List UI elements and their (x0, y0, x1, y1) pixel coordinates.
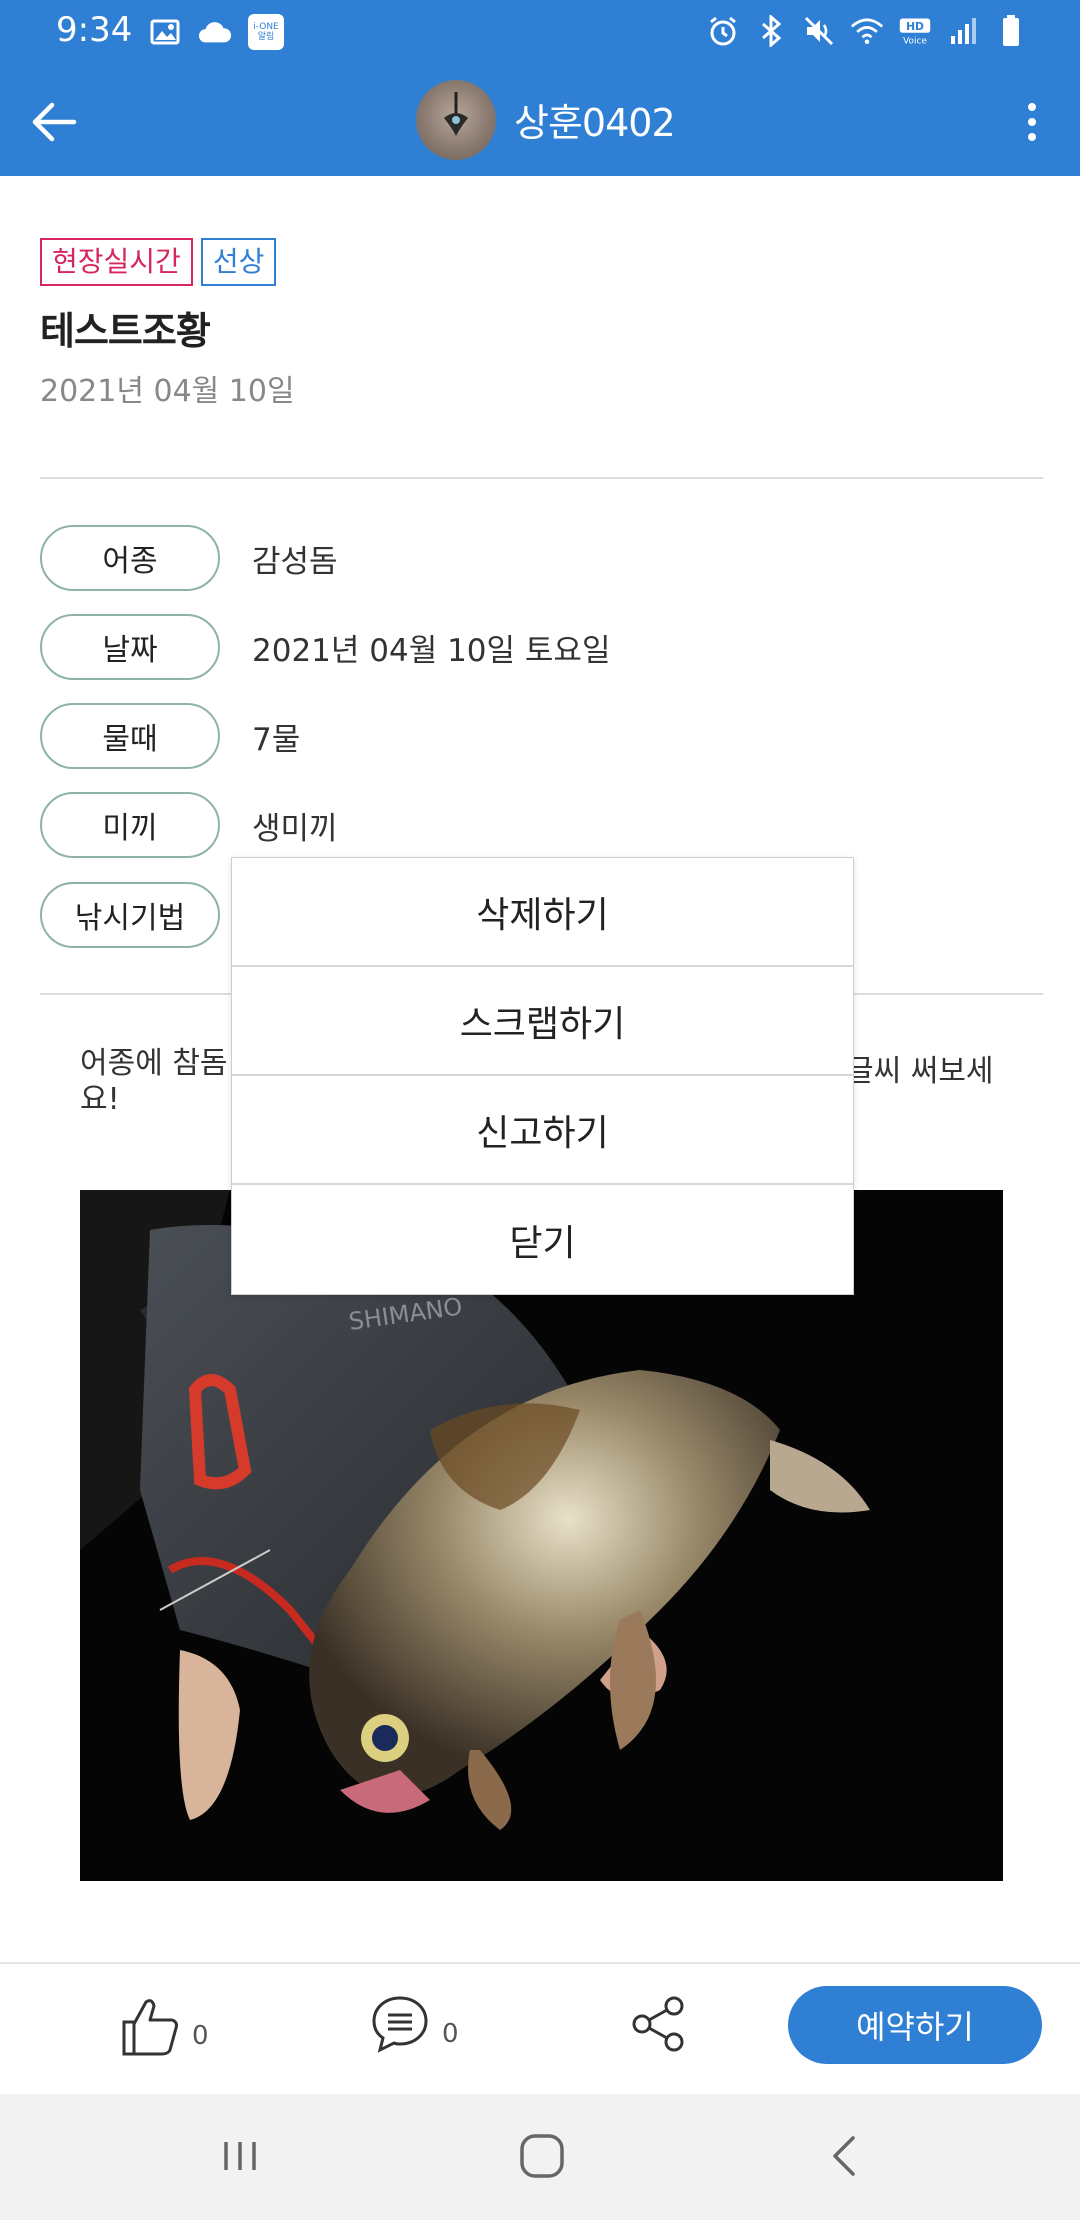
svg-text:HD: HD (906, 20, 924, 33)
comment-button[interactable]: 0 (370, 1994, 459, 2054)
info-value-species: 감성돔 (252, 543, 338, 580)
tag-live: 현장실시간 (40, 238, 193, 286)
share-icon (632, 1996, 684, 2052)
image-icon (148, 15, 182, 49)
app-bar: 상훈0402 (0, 64, 1080, 176)
menu-item-report[interactable]: 신고하기 (232, 1076, 853, 1185)
like-button[interactable]: 0 (120, 1994, 209, 2058)
post-date: 2021년 04월 10일 (40, 374, 295, 409)
status-time: 9:34 (56, 10, 133, 50)
ione-badge-subtext: 알림 (257, 32, 275, 42)
info-label-date: 날짜 (40, 614, 220, 680)
comment-icon (372, 1996, 428, 2053)
system-nav-bar (0, 2094, 1080, 2220)
svg-text:Voice: Voice (903, 37, 927, 47)
status-left-icons: i-ONE 알림 (148, 14, 284, 50)
status-right-icons: HD Voice (706, 14, 1028, 48)
info-label-species: 어종 (40, 525, 220, 591)
fishing-lure-icon (444, 92, 468, 136)
bluetooth-icon (754, 14, 788, 48)
post-options-menu: 삭제하기 스크랩하기 신고하기 닫기 (231, 857, 854, 1295)
signal-icon (946, 14, 980, 48)
menu-item-close[interactable]: 닫기 (232, 1185, 853, 1294)
screen: 9:34 i-ONE 알림 HD Voice 상훈0402 현장실시간 선상 테… (0, 0, 1080, 2220)
home-button[interactable] (512, 2126, 572, 2186)
mute-icon (802, 14, 836, 48)
home-icon (520, 2134, 564, 2178)
system-back-button[interactable] (815, 2126, 875, 2186)
info-label-bait: 미끼 (40, 792, 220, 858)
back-button[interactable] (24, 92, 84, 152)
tag-boat: 선상 (200, 238, 277, 286)
more-options-button[interactable] (1004, 92, 1060, 152)
info-label-technique: 낚시기법 (40, 882, 220, 948)
reserve-button[interactable]: 예약하기 (788, 1986, 1042, 2064)
bottom-action-bar: 0 0 예약하기 (0, 1962, 1080, 2096)
ione-app-icon: i-ONE 알림 (248, 14, 284, 50)
info-row-date: 날짜 2021년 04월 10일 토요일 (40, 612, 610, 682)
info-row-tide: 물때 7물 (40, 701, 300, 771)
info-row-bait: 미끼 생미끼 (40, 790, 338, 860)
alarm-icon (706, 14, 740, 48)
thumbs-up-icon (122, 1999, 178, 2056)
share-button[interactable] (628, 1994, 688, 2054)
info-label-tide: 물때 (40, 703, 220, 769)
recent-apps-icon (224, 2142, 256, 2170)
recent-apps-button[interactable] (210, 2126, 270, 2186)
info-value-tide: 7물 (252, 721, 301, 758)
avatar[interactable] (416, 80, 496, 160)
wifi-icon (850, 14, 884, 48)
battery-icon (994, 14, 1028, 48)
description-line-1-end: 글씨 써보세 (846, 1054, 994, 1089)
post-title: 테스트조황 (40, 309, 211, 353)
status-bar: 9:34 i-ONE 알림 HD Voice (0, 0, 1080, 64)
more-vertical-icon (1028, 103, 1036, 141)
post-tags: 현장실시간 선상 (40, 238, 277, 286)
cloud-icon (198, 15, 232, 49)
comment-count: 0 (442, 2019, 459, 2049)
chevron-left-icon (833, 2136, 855, 2176)
page-title: 상훈0402 (514, 101, 676, 145)
info-value-bait: 생미끼 (252, 810, 338, 847)
menu-item-scrap[interactable]: 스크랩하기 (232, 967, 853, 1076)
info-value-date: 2021년 04월 10일 토요일 (252, 632, 611, 669)
hd-voice-icon: HD Voice (898, 14, 932, 48)
ione-badge-text: i-ONE (253, 22, 279, 32)
like-count: 0 (192, 2021, 209, 2051)
info-row-technique: 낚시기법 (40, 880, 252, 950)
info-row-species: 어종 감성돔 (40, 523, 338, 593)
divider (40, 477, 1043, 479)
menu-item-delete[interactable]: 삭제하기 (232, 858, 853, 967)
arrow-left-icon (32, 102, 77, 142)
